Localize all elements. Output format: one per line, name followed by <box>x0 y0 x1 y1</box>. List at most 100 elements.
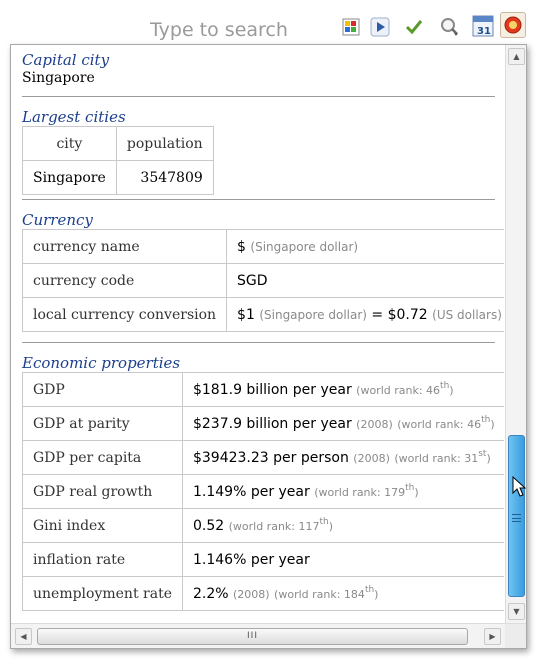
economic-value: 1.149% per year <box>192 484 310 500</box>
economic-property-label: GDP at parity <box>22 406 183 441</box>
table-row: unemployment rate 2.2% (2008) (world rank… <box>22 576 504 611</box>
world-rank-close: ) <box>490 418 495 431</box>
world-rank: (world rank: 179th) <box>314 483 419 499</box>
divider <box>22 199 495 200</box>
largest-cities-table: city population Singapore 3547809 <box>22 126 214 195</box>
world-rank-number: (world rank: 117 <box>228 520 320 533</box>
world-rank: (world rank: 46th) <box>356 381 454 397</box>
conversion-usd-amount: $0.72 <box>387 306 428 323</box>
scroll-down-button[interactable]: ▼ <box>508 603 525 620</box>
economic-property-value-cell: $181.9 billion per year (world rank: 46t… <box>181 372 504 407</box>
currency-code-value: SGD <box>226 263 504 298</box>
checkmark-icon[interactable] <box>404 17 424 37</box>
economic-value: 2.2% <box>192 586 229 602</box>
economic-property-label: inflation rate <box>22 542 183 577</box>
conversion-local-name: (Singapore dollar) <box>259 307 367 322</box>
table-row: GDP at parity $237.9 billion per year (20… <box>22 406 504 441</box>
conversion-label: local currency conversion <box>21 297 228 332</box>
economic-property-value-cell: $237.9 billion per year (2008) (world ra… <box>181 406 504 441</box>
table-row: currency code SGD <box>21 263 504 298</box>
currency-table: currency name $ (Singapore dollar) curre… <box>21 229 504 332</box>
table-row: GDP $181.9 billion per year (world rank: … <box>22 372 504 407</box>
table-row: currency name $ (Singapore dollar) <box>21 229 504 264</box>
vertical-scroll-thumb[interactable] <box>508 435 525 597</box>
population-cell: 3547809 <box>115 160 214 195</box>
gear-button[interactable] <box>500 12 526 38</box>
world-rank-close: ) <box>328 520 334 533</box>
thumb-grip <box>512 514 521 522</box>
economic-value: 1.146% per year <box>192 551 310 568</box>
rank-ordinal-suffix: th <box>481 415 491 425</box>
calendar-day: 31 <box>477 26 491 37</box>
currency-code-label: currency code <box>21 263 228 298</box>
conversion-usd-name: (US dollars) <box>432 307 502 322</box>
divider <box>22 96 495 97</box>
panel-content: Capital city Singapore Largest cities ci… <box>11 45 504 623</box>
economic-property-label: Gini index <box>22 508 183 543</box>
world-rank-close: ) <box>414 486 419 499</box>
currency-name-label: currency name <box>21 229 228 264</box>
play-icon[interactable] <box>370 17 390 37</box>
currency-name-value-cell: $ (Singapore dollar) <box>226 229 504 264</box>
world-rank-number: (world rank: 184 <box>274 588 365 601</box>
capital-city-value: Singapore <box>22 70 95 86</box>
table-header-row: city population <box>22 126 214 161</box>
economic-property-value-cell: 0.52 (world rank: 117th) <box>181 508 504 543</box>
world-rank: (world rank: 31st) <box>394 449 490 465</box>
mouse-cursor-icon <box>512 476 526 497</box>
currency-full-name: (Singapore dollar) <box>250 239 359 254</box>
data-year: (2008) <box>233 588 270 601</box>
country-info-panel: Capital city Singapore Largest cities ci… <box>10 44 527 649</box>
gear-icon <box>504 16 522 34</box>
scroll-left-button[interactable]: ◀ <box>15 628 32 645</box>
table-row: GDP per capita $39423.23 per person (2008… <box>22 440 504 475</box>
data-year: (2008) <box>353 452 390 465</box>
vertical-scrollbar[interactable]: ▲ ▼ <box>505 45 526 623</box>
world-rank-close: ) <box>374 588 379 601</box>
economic-value: $181.9 billion per year <box>192 382 352 398</box>
economic-value: $39423.23 per person <box>192 450 349 466</box>
calendar-icon[interactable]: 31 <box>471 14 495 38</box>
column-header-city: city <box>22 126 117 161</box>
economic-property-label: GDP real growth <box>22 474 183 509</box>
divider <box>22 342 495 343</box>
currency-symbol: $ <box>237 238 246 255</box>
color-blocks-icon[interactable] <box>341 17 361 37</box>
conversion-value-cell: $1 (Singapore dollar) = $0.72 (US dollar… <box>226 297 504 332</box>
table-row: GDP real growth 1.149% per year (world ra… <box>22 474 504 509</box>
economic-table: GDP $181.9 billion per year (world rank: … <box>22 372 504 611</box>
world-rank: (world rank: 46th) <box>397 415 495 431</box>
economic-property-label: GDP per capita <box>22 440 183 475</box>
scroll-right-button[interactable]: ▶ <box>484 628 501 645</box>
economic-value: 0.52 <box>192 518 225 534</box>
economic-property-label: unemployment rate <box>22 576 183 611</box>
economic-property-value-cell: 1.146% per year <box>181 542 504 577</box>
economic-properties-title: Economic properties <box>22 354 181 372</box>
largest-cities-title: Largest cities <box>22 108 126 126</box>
conversion-equals: = <box>371 306 384 323</box>
world-rank: (world rank: 117th) <box>228 517 334 533</box>
city-cell: Singapore <box>22 160 117 195</box>
economic-property-value-cell: 2.2% (2008) (world rank: 184th) <box>181 576 504 611</box>
economic-value: $237.9 billion per year <box>192 416 352 432</box>
world-rank-number: (world rank: 46 <box>397 418 482 431</box>
world-rank: (world rank: 184th) <box>274 585 379 601</box>
conversion-local-amount: $1 <box>237 306 255 323</box>
scroll-up-button[interactable]: ▲ <box>508 48 525 65</box>
world-rank-close: ) <box>449 384 454 397</box>
economic-property-value-cell: $39423.23 per person (2008) (world rank:… <box>181 440 504 475</box>
horizontal-scroll-thumb[interactable]: III <box>37 628 468 645</box>
world-rank-number: (world rank: 46 <box>356 384 441 397</box>
column-header-population: population <box>115 126 214 161</box>
rank-ordinal-suffix: th <box>440 381 450 391</box>
world-rank-number: (world rank: 179 <box>314 486 406 499</box>
world-rank-number: (world rank: 31 <box>394 452 479 465</box>
horizontal-scrollbar[interactable]: ◀ III ▶ <box>11 623 526 648</box>
magnifier-icon[interactable] <box>440 17 460 37</box>
rank-ordinal-suffix: th <box>405 483 415 493</box>
economic-property-label: GDP <box>22 372 183 407</box>
data-year: (2008) <box>356 418 393 431</box>
search-input[interactable] <box>150 16 330 44</box>
scrollbar-corner <box>505 624 526 648</box>
table-row: Gini index 0.52 (world rank: 117th) <box>22 508 504 543</box>
